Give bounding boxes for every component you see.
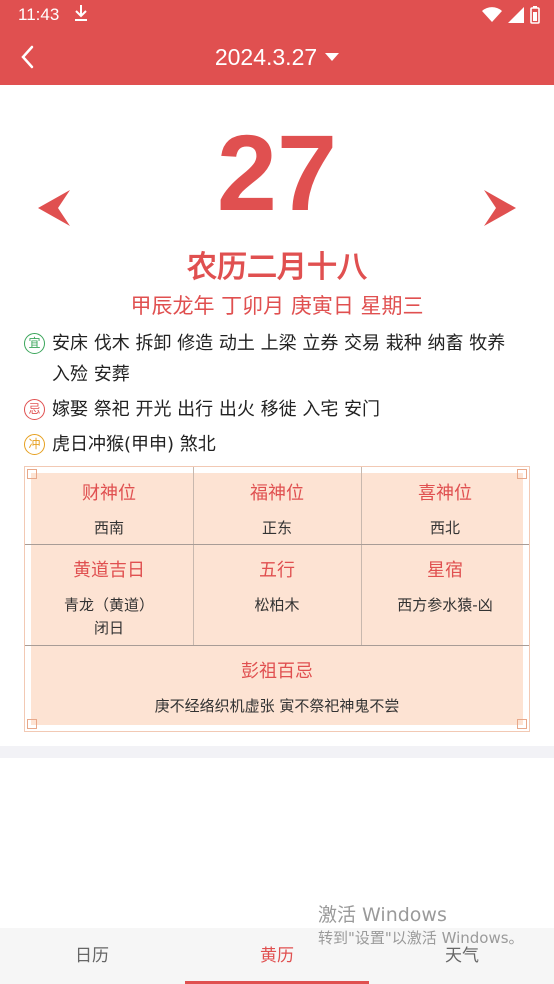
- huangdao-cell: 黄道吉日 青龙（黄道） 闭日: [25, 556, 193, 640]
- wuxing-label: 五行: [259, 560, 295, 581]
- xishen-cell: 喜神位 西北: [361, 479, 529, 540]
- section-divider: [0, 746, 554, 758]
- wuxing-cell: 五行 松柏木: [193, 556, 361, 617]
- xishen-label: 喜神位: [418, 483, 472, 504]
- table-divider: [25, 544, 529, 545]
- watermark-line1: 激活 Windows: [318, 904, 447, 926]
- fushen-value: 正东: [261, 519, 292, 537]
- huangdao-value-line2: 闭日: [93, 619, 124, 637]
- status-time: 11:43: [18, 5, 60, 24]
- huangdao-value-line1: 青龙（黄道）: [63, 596, 154, 614]
- download-icon: [74, 4, 88, 27]
- ganzhi-date: 甲辰龙年 丁卯月 庚寅日 星期三: [130, 294, 424, 318]
- fushen-cell: 福神位 正东: [193, 479, 361, 540]
- tab-calendar-label: 日历: [75, 946, 109, 966]
- corner-ornament: [27, 719, 37, 729]
- table-divider: [25, 645, 529, 646]
- pengzu-value: 庚不经络织机虚张 寅不祭祀神鬼不尝: [154, 697, 400, 715]
- next-day-arrow-icon[interactable]: [482, 188, 518, 228]
- wuxing-value: 松柏木: [254, 596, 300, 614]
- xishen-value: 西北: [429, 519, 460, 537]
- chong-badge-icon: 冲: [24, 434, 45, 455]
- prev-day-arrow-icon[interactable]: [36, 188, 72, 228]
- lunar-date: 农历二月十八: [187, 250, 367, 285]
- huangdao-label: 黄道吉日: [73, 560, 145, 581]
- corner-ornament: [517, 719, 527, 729]
- tab-weather-label: 天气: [445, 946, 479, 966]
- caret-down-icon: [325, 52, 340, 61]
- ji-text: 嫁娶 祭祀 开光 出行 出火 移徙 入宅 安门: [52, 399, 381, 420]
- wifi-icon: [482, 7, 502, 27]
- corner-ornament: [27, 469, 37, 479]
- tab-calendar[interactable]: 日历: [0, 928, 184, 984]
- app-bar: 2024.3.27: [0, 30, 554, 85]
- day-number: 27: [216, 112, 338, 233]
- yi-badge-icon: 宜: [24, 333, 45, 354]
- date-picker-button[interactable]: 2024.3.27: [0, 44, 554, 71]
- ji-badge-icon: 忌: [24, 399, 45, 420]
- caishen-label: 财神位: [82, 483, 136, 504]
- signal-icon: [508, 7, 524, 27]
- yi-row: 宜 安床 伐木 拆卸 修造 动土 上梁 立券 交易 栽种 纳畜 牧养 入殓 安葬: [24, 328, 524, 390]
- caishen-value: 西南: [93, 519, 124, 537]
- caishen-cell: 财神位 西南: [25, 479, 193, 540]
- xingxiu-value: 西方参水猿-凶: [397, 596, 493, 614]
- watermark-line2: 转到"设置"以激活 Windows。: [318, 929, 524, 947]
- almanac-table: 财神位 西南 福神位 正东 喜神位 西北 黄道吉日 青龙（黄道） 闭日 五行 松…: [24, 466, 530, 732]
- battery-icon: [530, 6, 540, 28]
- date-title: 2024.3.27: [214, 44, 318, 70]
- pengzu-cell: 彭祖百忌 庚不经络织机虚张 寅不祭祀神鬼不尝: [25, 657, 529, 718]
- pengzu-label: 彭祖百忌: [241, 661, 313, 682]
- fushen-label: 福神位: [250, 483, 304, 504]
- xingxiu-cell: 星宿 西方参水猿-凶: [361, 556, 529, 617]
- xingxiu-label: 星宿: [427, 560, 463, 581]
- yi-text: 安床 伐木 拆卸 修造 动土 上梁 立券 交易 栽种 纳畜 牧养 入殓 安葬: [52, 333, 506, 385]
- ji-row: 忌 嫁娶 祭祀 开光 出行 出火 移徙 入宅 安门: [24, 394, 524, 425]
- status-bar: 11:43: [0, 0, 554, 30]
- tab-almanac-label: 黄历: [260, 946, 294, 966]
- chong-text: 虎日冲猴(甲申) 煞北: [52, 434, 216, 455]
- huangdao-value: 青龙（黄道） 闭日: [25, 594, 193, 640]
- chong-row: 冲 虎日冲猴(甲申) 煞北: [24, 429, 524, 460]
- corner-ornament: [517, 469, 527, 479]
